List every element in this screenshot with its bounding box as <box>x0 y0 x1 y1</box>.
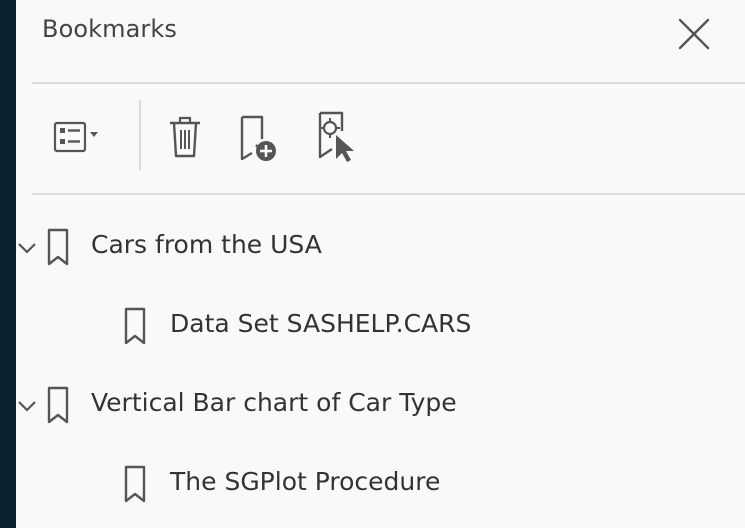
bookmark-item-cars-from-usa[interactable]: Cars from the USA <box>16 218 745 278</box>
bookmarks-toolbar <box>16 98 745 174</box>
bookmark-label: The SGPlot Procedure <box>170 467 441 496</box>
bookmark-label: Cars from the USA <box>91 230 322 259</box>
close-icon <box>678 18 710 50</box>
bookmark-icon <box>124 465 146 503</box>
bookmark-icon <box>47 228 69 266</box>
trash-icon <box>170 116 200 158</box>
bookmark-find-icon <box>318 111 354 162</box>
bookmark-add-icon <box>240 115 276 161</box>
options-menu-button[interactable] <box>40 112 120 162</box>
close-button[interactable] <box>674 14 714 54</box>
bookmark-label: Data Set SASHELP.CARS <box>170 309 472 338</box>
panel-title: Bookmarks <box>42 15 177 43</box>
bookmark-item-sgplot-procedure[interactable]: The SGPlot Procedure <box>16 455 745 515</box>
expand-current-bookmark-button[interactable] <box>308 106 364 166</box>
bookmark-item-vertical-bar-chart[interactable]: Vertical Bar chart of Car Type <box>16 376 745 436</box>
header-divider <box>32 82 745 84</box>
bookmarks-panel: Bookmarks Cars from the USA Data Set SAS… <box>16 0 745 528</box>
toolbar-divider <box>32 193 745 195</box>
bookmark-item-data-set[interactable]: Data Set SASHELP.CARS <box>16 297 745 357</box>
bookmark-icon <box>47 386 69 424</box>
chevron-down-icon[interactable] <box>16 240 38 256</box>
chevron-down-icon[interactable] <box>16 398 38 414</box>
toolbar-separator <box>139 100 141 170</box>
bookmark-label: Vertical Bar chart of Car Type <box>91 388 457 417</box>
list-options-icon <box>53 121 98 153</box>
new-bookmark-button[interactable] <box>230 110 286 166</box>
bookmark-icon <box>124 307 146 345</box>
delete-bookmark-button[interactable] <box>160 110 210 164</box>
